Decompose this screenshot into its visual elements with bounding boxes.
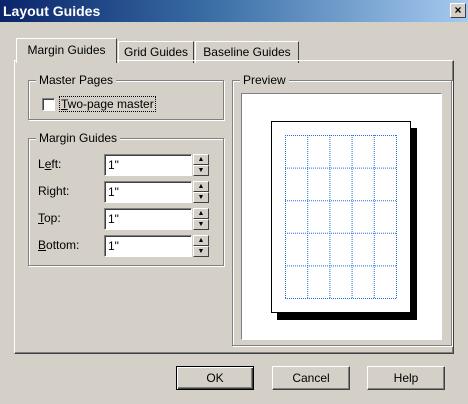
spin-down-icon[interactable]: ▼ [193, 246, 209, 257]
left-margin-spinner[interactable]: ▲ ▼ [193, 154, 209, 176]
top-label: Top: [38, 211, 61, 225]
label-part: ft: [51, 157, 62, 171]
button-label: OK [206, 371, 224, 385]
margin-grid-preview [285, 135, 397, 299]
help-button[interactable]: Help [367, 366, 445, 390]
left-label: Left: [38, 157, 61, 171]
ok-button[interactable]: OK [176, 366, 254, 390]
right-label: Right: [38, 184, 69, 198]
window-title: Layout Guides [3, 3, 101, 19]
button-label: Help [393, 371, 419, 385]
two-page-master-checkbox[interactable] [42, 98, 55, 111]
mnemonic-char: B [38, 238, 47, 252]
spin-down-icon[interactable]: ▼ [193, 192, 209, 203]
spin-down-icon[interactable]: ▼ [193, 165, 209, 176]
field-value: 1" [108, 185, 119, 199]
label-part: ottom: [46, 238, 80, 252]
mnemonic-char: T [61, 97, 68, 111]
spin-up-icon[interactable]: ▲ [193, 181, 209, 192]
close-icon: × [454, 3, 462, 17]
field-value: 1" [108, 158, 119, 172]
field-value: 1" [108, 239, 119, 253]
bottom-margin-field[interactable]: 1" [104, 235, 192, 257]
bottom-margin-spinner[interactable]: ▲ ▼ [193, 235, 209, 257]
label-text: wo-page master [67, 97, 154, 111]
top-margin-field[interactable]: 1" [104, 208, 192, 230]
title-bar: Layout Guides × [0, 0, 468, 22]
field-value: 1" [108, 212, 119, 226]
tab-label: Margin Guides [27, 43, 106, 57]
right-margin-spinner[interactable]: ▲ ▼ [193, 181, 209, 203]
tab-label: Grid Guides [123, 45, 189, 59]
button-label: Cancel [292, 371, 330, 385]
group-label: Margin Guides [36, 131, 121, 145]
cancel-button[interactable]: Cancel [272, 366, 350, 390]
group-label: Preview [240, 73, 289, 87]
bottom-label: Bottom: [38, 238, 79, 252]
label-part: L [38, 157, 45, 171]
group-label: Master Pages [36, 73, 117, 87]
label-part: ht: [56, 184, 70, 198]
tab-margin-guides[interactable]: Margin Guides [16, 38, 117, 63]
spin-down-icon[interactable]: ▼ [193, 219, 209, 230]
spin-up-icon[interactable]: ▲ [193, 235, 209, 246]
top-margin-spinner[interactable]: ▲ ▼ [193, 208, 209, 230]
label-part: Ri [38, 184, 50, 198]
spin-up-icon[interactable]: ▲ [193, 208, 209, 219]
tab-label: Baseline Guides [203, 45, 291, 59]
label-part: op: [44, 211, 61, 225]
left-margin-field[interactable]: 1" [104, 154, 192, 176]
close-button[interactable]: × [450, 3, 466, 18]
right-margin-field[interactable]: 1" [104, 181, 192, 203]
spin-up-icon[interactable]: ▲ [193, 154, 209, 165]
two-page-master-label[interactable]: Two-page master [59, 96, 156, 112]
